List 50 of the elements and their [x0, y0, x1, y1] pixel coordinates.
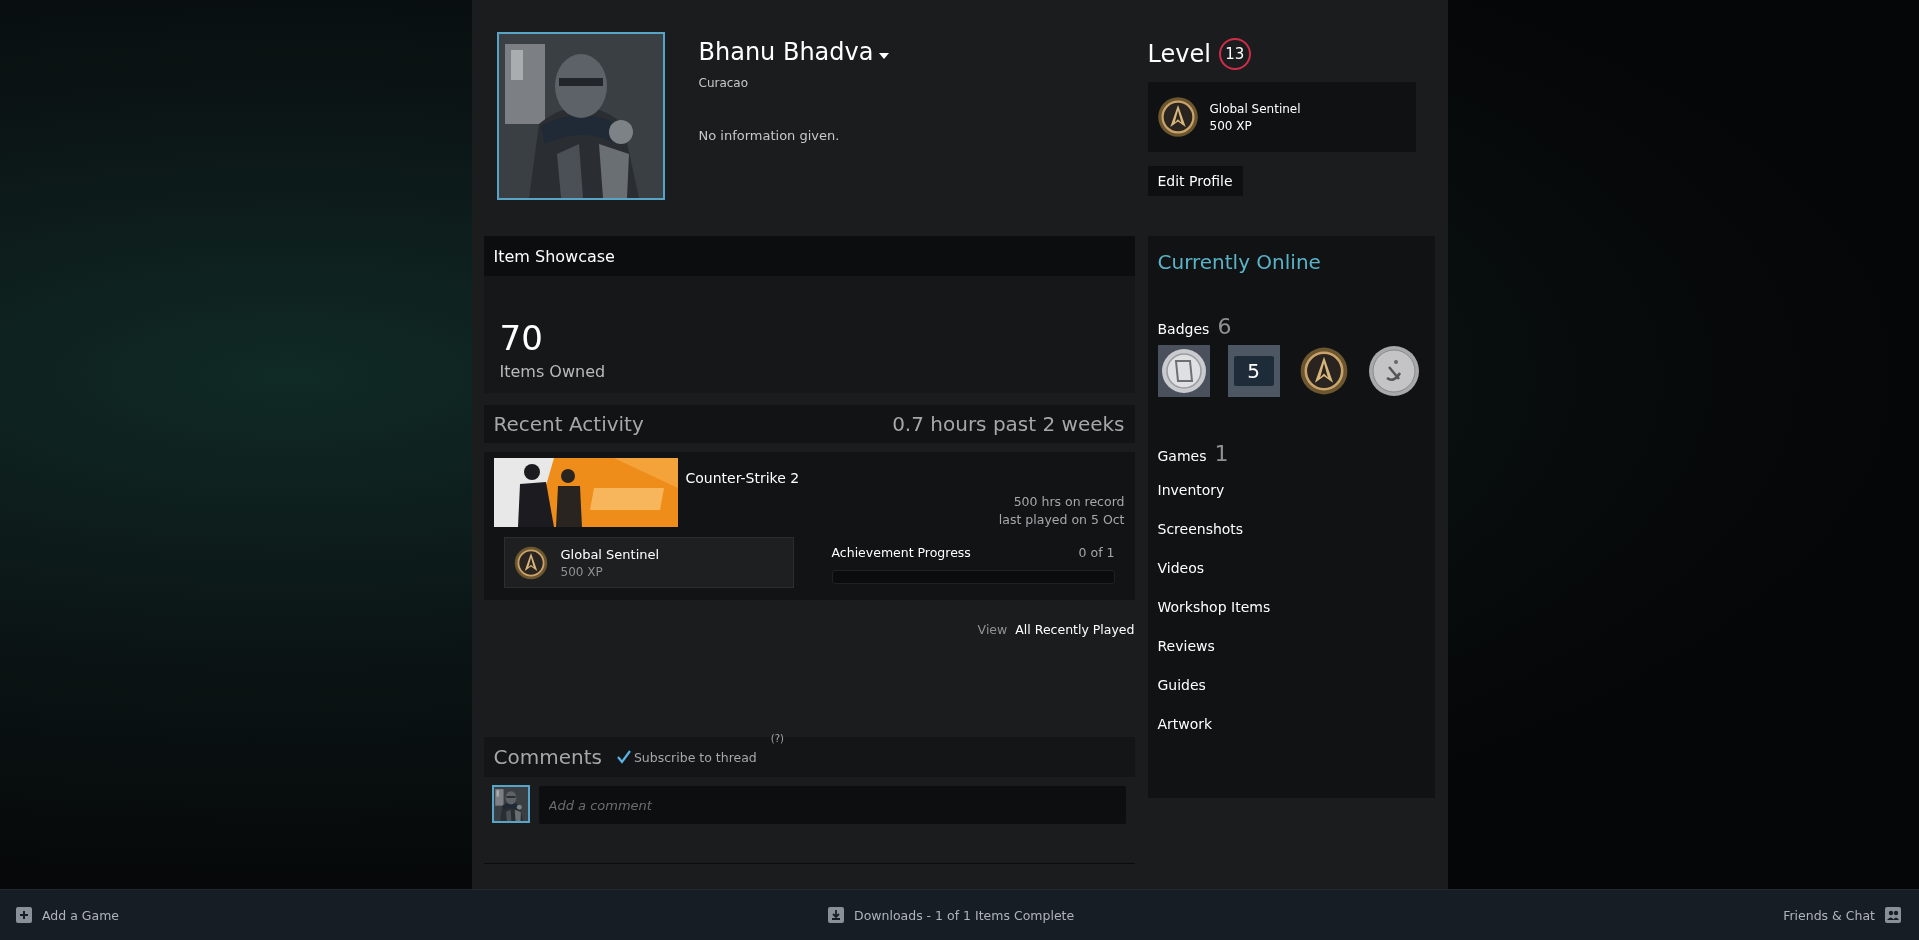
downloads-button[interactable]: Downloads - 1 of 1 Items Complete — [828, 907, 1075, 923]
items-count: 70 — [499, 318, 544, 358]
badge-xp: 500 XP — [560, 564, 604, 579]
level-number: 13 — [1218, 38, 1251, 70]
sidebar-link[interactable]: Workshop Items — [1157, 587, 1425, 626]
subscribe-checkbox[interactable]: Subscribe to thread — [615, 749, 757, 765]
activity-hours: 0.7 hours past 2 weeks — [892, 412, 1125, 436]
download-icon — [828, 907, 844, 923]
view-label: View — [977, 622, 1008, 637]
badge-xp: 500 XP — [1209, 118, 1253, 133]
level-badge[interactable]: 5 — [1227, 345, 1280, 397]
badge-name: Global Sentinel — [560, 546, 660, 562]
badge-name: Global Sentinel — [1209, 101, 1301, 116]
games-count: 1 — [1214, 441, 1229, 466]
achievement-count: 0 of 1 — [1078, 545, 1115, 560]
sidebar-link[interactable]: Inventory — [1157, 470, 1425, 509]
online-status: Currently Online — [1157, 250, 1322, 274]
badges-count: 6 — [1217, 314, 1232, 339]
activity-title: Recent Activity — [493, 412, 644, 436]
plus-icon — [16, 907, 32, 923]
caret-icon[interactable] — [879, 53, 890, 59]
comment-field[interactable]: Add a comment — [537, 785, 1127, 825]
add-game-button[interactable]: Add a Game — [16, 907, 120, 923]
sidebar-link[interactable]: Videos — [1157, 548, 1425, 587]
sidebar-link[interactable]: Reviews — [1157, 626, 1425, 665]
badges-link[interactable]: Badges — [1157, 321, 1210, 337]
all-played-link[interactable]: All Recently Played — [1015, 622, 1135, 637]
game-hours: 500 hrs on record — [1013, 494, 1125, 509]
check-icon[interactable] — [615, 749, 632, 765]
achievement-label: Achievement Progress — [831, 545, 971, 560]
showcase-title: Item Showcase — [493, 246, 615, 266]
featured-badge-card[interactable]: Global Sentinel 500 XP — [1147, 82, 1416, 152]
profile-summary: No information given. — [698, 128, 841, 143]
profile-name: Bhanu Bhadva — [698, 38, 874, 66]
level-label: Level — [1147, 40, 1211, 68]
edit-profile-button[interactable]: Edit Profile — [1147, 166, 1243, 196]
game-last-played: last played on 5 Oct — [998, 512, 1125, 527]
people-icon — [1885, 907, 1901, 923]
sidebar-link[interactable]: Screenshots — [1157, 509, 1425, 548]
game-name[interactable]: Counter-Strike 2 — [685, 470, 999, 527]
coin-badge-icon[interactable] — [1367, 345, 1420, 397]
badge-card[interactable]: Global Sentinel 500 XP — [503, 537, 794, 588]
sidebar-link[interactable]: Guides — [1157, 665, 1425, 704]
sidebar-link[interactable]: Artwork — [1157, 704, 1425, 743]
profile-location: Curacao — [698, 76, 750, 90]
comments-title: Comments — [493, 745, 602, 769]
help-link[interactable]: (?) — [770, 733, 784, 744]
items-caption: Items Owned — [499, 362, 607, 381]
games-link[interactable]: Games — [1157, 448, 1207, 464]
friends-chat-button[interactable]: Friends & Chat — [1783, 907, 1901, 923]
